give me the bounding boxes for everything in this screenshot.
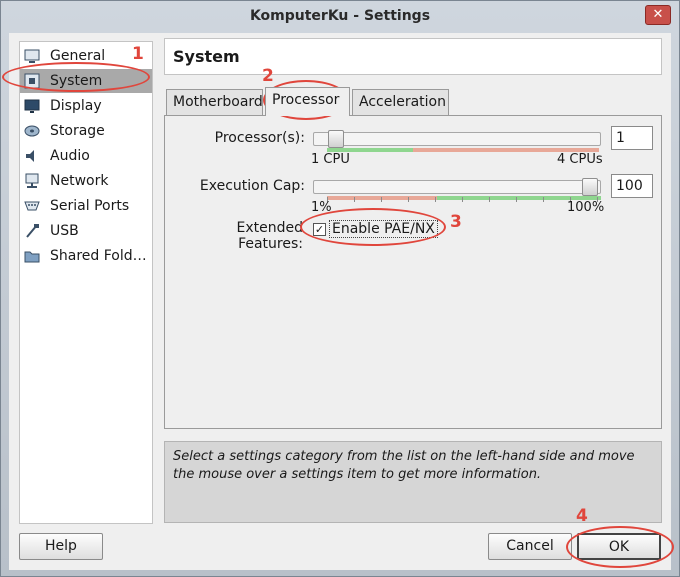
shared-folders-icon [24, 248, 40, 264]
scale-tick [489, 197, 490, 202]
cancel-button[interactable]: Cancel [488, 533, 572, 560]
window-title: KomputerKu - Settings [249, 8, 431, 24]
storage-icon [24, 123, 40, 139]
processors-slider[interactable] [313, 130, 601, 148]
sidebar-item-label: Display [50, 98, 102, 114]
sidebar-item-display[interactable]: Display [20, 94, 152, 118]
processors-spinbox[interactable]: 1 [611, 126, 653, 150]
processors-label: Processor(s): [214, 130, 305, 146]
annotation-number: 4 [576, 506, 588, 526]
tab-label: Motherboard [173, 94, 263, 110]
execution-cap-spinbox[interactable]: 100 [611, 174, 653, 198]
sidebar-item-label: Storage [50, 123, 105, 139]
annotation-number: 1 [132, 44, 144, 64]
scale-tick [435, 197, 436, 202]
tab-label: Processor [272, 92, 340, 108]
scale-tick [516, 197, 517, 202]
sidebar-item-shared-folders[interactable]: Shared Fold… [20, 244, 152, 268]
processors-max-label: 4 CPUs [557, 152, 603, 167]
execution-cap-max-label: 100% [567, 200, 605, 215]
scale-tick [354, 197, 355, 202]
tab-motherboard[interactable]: Motherboard [166, 89, 263, 115]
tab-acceleration[interactable]: Acceleration [352, 89, 449, 115]
execution-cap-label: Execution Cap: [199, 178, 305, 194]
sidebar-item-label: Network [50, 173, 109, 189]
scale-tick [543, 197, 544, 202]
sidebar-item-storage[interactable]: Storage [20, 119, 152, 143]
sidebar-item-label: Shared Fold… [50, 248, 147, 264]
scale-tick [408, 197, 409, 202]
sidebar-item-label: Audio [50, 148, 90, 164]
sidebar-item-audio[interactable]: Audio [20, 144, 152, 168]
annotation-ring-pae [300, 208, 446, 246]
extended-features-label: Extended Features: [236, 220, 304, 252]
usb-icon [24, 223, 40, 239]
settings-category-list[interactable]: General System Display Storage Audio Net… [19, 41, 153, 524]
sidebar-item-serial-ports[interactable]: Serial Ports [20, 194, 152, 218]
execution-cap-scale-red [327, 196, 437, 200]
processors-slider-handle[interactable] [328, 130, 344, 148]
general-icon [24, 48, 40, 64]
sidebar-item-usb[interactable]: USB [20, 219, 152, 243]
dialog-body: General System Display Storage Audio Net… [9, 33, 671, 570]
sidebar-item-label: Serial Ports [50, 198, 130, 214]
tab-processor[interactable]: Processor [265, 87, 350, 116]
page-title: System [164, 38, 662, 75]
processors-min-label: 1 CPU [311, 152, 350, 167]
annotation-number: 2 [262, 66, 274, 86]
tab-label: Acceleration [359, 94, 446, 110]
scale-tick [381, 197, 382, 202]
annotation-ring-ok [566, 526, 674, 568]
close-button[interactable]: ✕ [645, 5, 671, 25]
sidebar-item-network[interactable]: Network [20, 169, 152, 193]
processor-tab-panel: Processor(s): 1 1 CPU 4 CPUs Execution C… [164, 115, 662, 429]
execution-cap-scale [313, 196, 601, 202]
execution-cap-slider[interactable] [313, 178, 601, 196]
annotation-ring-system [2, 62, 150, 92]
audio-icon [24, 148, 40, 164]
display-icon [24, 98, 40, 114]
sidebar-item-label: USB [50, 223, 79, 239]
scale-tick [462, 197, 463, 202]
annotation-number: 3 [450, 212, 462, 232]
serial-ports-icon [24, 198, 40, 214]
network-icon [24, 173, 40, 189]
help-button[interactable]: Help [19, 533, 103, 560]
execution-cap-slider-handle[interactable] [582, 178, 598, 196]
